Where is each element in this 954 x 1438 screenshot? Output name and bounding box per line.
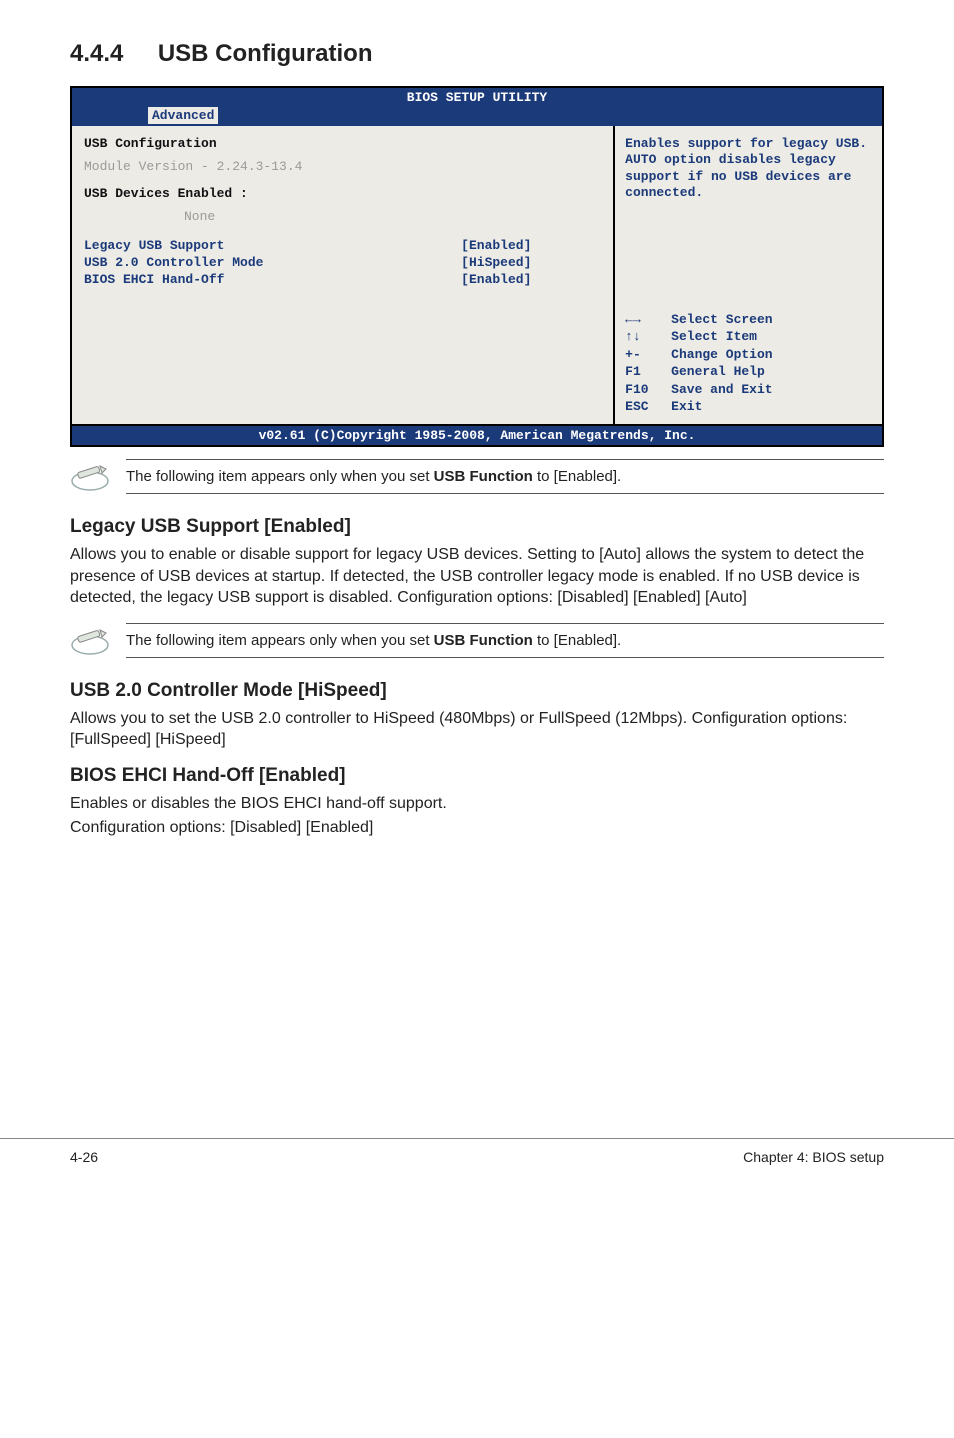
key-desc: Exit	[671, 398, 702, 416]
key-symbol: +-	[625, 346, 671, 364]
note-text-suffix: to [Enabled].	[533, 468, 621, 485]
bios-titlebar: BIOS SETUP UTILITY	[72, 88, 882, 107]
bios-window: BIOS SETUP UTILITY Advanced USB Configur…	[70, 86, 884, 447]
section-number: 4.4.4	[70, 40, 123, 68]
key-symbol: ←→	[625, 311, 671, 329]
key-desc: Select Item	[671, 328, 757, 346]
key-desc: General Help	[671, 363, 765, 381]
key-desc: Change Option	[671, 346, 772, 364]
key-symbol: F10	[625, 381, 671, 399]
setting-row-ehci-handoff[interactable]: BIOS EHCI Hand-Off [Enabled]	[84, 272, 601, 287]
module-version-line: Module Version - 2.24.3-13.4	[84, 159, 601, 174]
key-symbol: ESC	[625, 398, 671, 416]
note-block: The following item appears only when you…	[70, 623, 884, 662]
key-desc: Save and Exit	[671, 381, 772, 399]
note-text: The following item appears only when you…	[126, 623, 884, 658]
bios-right-pane: Enables support for legacy USB. AUTO opt…	[615, 126, 882, 426]
note-text-bold: USB Function	[434, 632, 533, 649]
setting-value[interactable]: [HiSpeed]	[461, 255, 601, 270]
subheading-ehci-handoff: BIOS EHCI Hand-Off [Enabled]	[70, 765, 884, 787]
note-text-suffix: to [Enabled].	[533, 632, 621, 649]
pencil-icon	[70, 623, 126, 662]
note-text-prefix: The following item appears only when you…	[126, 468, 434, 485]
setting-label: Legacy USB Support	[84, 238, 461, 253]
bios-help-text: Enables support for legacy USB. AUTO opt…	[625, 136, 872, 201]
note-text-bold: USB Function	[434, 468, 533, 485]
paragraph-usb20-mode: Allows you to set the USB 2.0 controller…	[70, 708, 884, 751]
note-text-prefix: The following item appears only when you…	[126, 632, 434, 649]
bios-group-title: USB Configuration	[84, 136, 601, 151]
note-block: The following item appears only when you…	[70, 459, 884, 498]
bios-left-pane: USB Configuration Module Version - 2.24.…	[72, 126, 615, 426]
subheading-usb20-mode: USB 2.0 Controller Mode [HiSpeed]	[70, 680, 884, 702]
page-footer: 4-26 Chapter 4: BIOS setup	[0, 1138, 954, 1191]
setting-value[interactable]: [Enabled]	[461, 238, 601, 253]
paragraph-legacy-usb: Allows you to enable or disable support …	[70, 544, 884, 609]
tab-advanced[interactable]: Advanced	[148, 107, 218, 124]
bios-title: BIOS SETUP UTILITY	[407, 90, 547, 105]
setting-value[interactable]: [Enabled]	[461, 272, 601, 287]
bios-tab-bar: Advanced	[72, 107, 882, 126]
key-symbol: ↑↓	[625, 328, 671, 346]
setting-row-usb20-mode[interactable]: USB 2.0 Controller Mode [HiSpeed]	[84, 255, 601, 270]
setting-row-legacy-usb[interactable]: Legacy USB Support [Enabled]	[84, 238, 601, 253]
page-number: 4-26	[70, 1149, 98, 1165]
pencil-icon	[70, 459, 126, 498]
bios-footer: v02.61 (C)Copyright 1985-2008, American …	[72, 424, 882, 445]
key-symbol: F1	[625, 363, 671, 381]
key-desc: Select Screen	[671, 311, 772, 329]
note-text: The following item appears only when you…	[126, 459, 884, 494]
setting-label: USB 2.0 Controller Mode	[84, 255, 461, 270]
bios-key-legend: ←→Select Screen ↑↓Select Item +-Change O…	[625, 311, 872, 416]
setting-label: BIOS EHCI Hand-Off	[84, 272, 461, 287]
section-title: USB Configuration	[158, 40, 373, 67]
subheading-legacy-usb: Legacy USB Support [Enabled]	[70, 516, 884, 538]
usb-devices-enabled-value: None	[184, 209, 601, 224]
paragraph-ehci-1: Enables or disables the BIOS EHCI hand-o…	[70, 793, 884, 815]
paragraph-ehci-2: Configuration options: [Disabled] [Enabl…	[70, 817, 884, 839]
section-heading: 4.4.4 USB Configuration	[70, 40, 884, 68]
usb-devices-enabled-label: USB Devices Enabled :	[84, 186, 601, 201]
chapter-label: Chapter 4: BIOS setup	[743, 1149, 884, 1165]
